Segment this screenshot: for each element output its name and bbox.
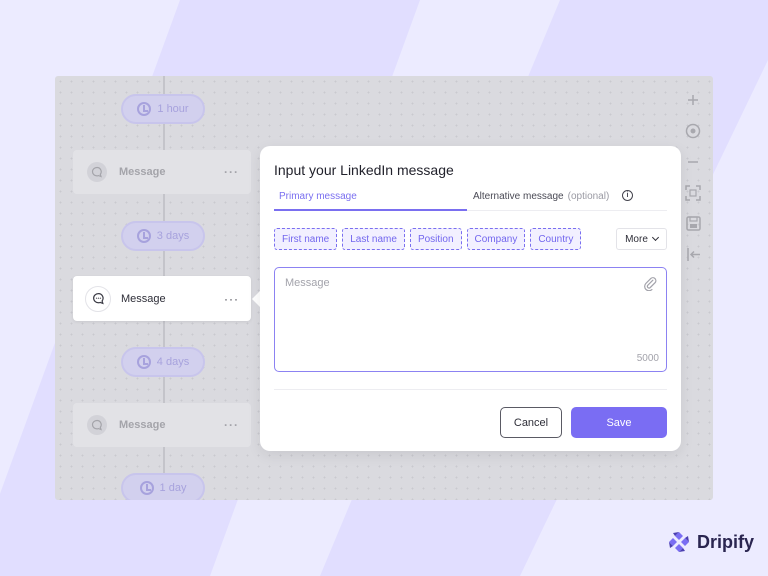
save-icon[interactable] xyxy=(677,208,709,239)
message-node-active[interactable]: Message ··· xyxy=(73,276,251,321)
chat-bubble-icon xyxy=(87,415,107,435)
message-node[interactable]: Message ··· xyxy=(73,150,251,194)
fit-screen-icon[interactable] xyxy=(677,177,709,208)
target-icon[interactable] xyxy=(677,115,709,146)
variable-chips: First name Last name Position Company Co… xyxy=(274,228,582,250)
brand-name: Dripify xyxy=(697,531,755,552)
delay-label: 3 days xyxy=(156,230,190,242)
node-menu-icon[interactable]: ··· xyxy=(224,418,239,432)
delay-pill[interactable]: 1 day xyxy=(121,473,205,500)
more-label: More xyxy=(625,233,648,245)
delay-pill[interactable]: 1 hour xyxy=(121,94,205,124)
chip-position[interactable]: Position xyxy=(409,228,462,250)
chip-company[interactable]: Company xyxy=(466,228,526,250)
cancel-button[interactable]: Cancel xyxy=(500,407,562,438)
info-icon[interactable]: i xyxy=(622,190,633,201)
node-label: Message xyxy=(119,166,166,178)
tab-alternative-message[interactable]: Alternative message (optional) xyxy=(473,186,609,211)
message-tabs: Primary message Alternative message (opt… xyxy=(274,186,667,211)
node-label: Message xyxy=(119,419,166,431)
save-button[interactable]: Save xyxy=(571,407,667,438)
paperclip-icon[interactable] xyxy=(643,276,658,296)
chevron-down-icon xyxy=(651,233,659,242)
clock-icon xyxy=(136,355,151,369)
linkedin-message-modal: Input your LinkedIn message Primary mess… xyxy=(260,146,681,451)
message-placeholder: Message xyxy=(285,277,330,289)
chat-bubble-icon xyxy=(85,285,111,312)
canvas-toolbar xyxy=(677,84,709,274)
modal-divider xyxy=(274,389,667,390)
modal-pointer xyxy=(252,291,260,307)
delay-pill[interactable]: 4 days xyxy=(121,347,205,377)
chip-country[interactable]: Country xyxy=(530,228,582,250)
message-node[interactable]: Message ··· xyxy=(73,403,251,447)
modal-title: Input your LinkedIn message xyxy=(274,162,454,178)
brand-logo: Dripify xyxy=(667,530,754,554)
delay-label: 1 hour xyxy=(157,103,189,115)
node-menu-icon[interactable]: ··· xyxy=(224,292,239,306)
chat-bubble-icon xyxy=(87,162,107,182)
clock-icon xyxy=(139,481,154,495)
chip-last-name[interactable]: Last name xyxy=(342,228,405,250)
character-counter: 5000 xyxy=(636,353,659,364)
minus-icon[interactable] xyxy=(677,146,709,177)
message-textarea[interactable]: Message 5000 xyxy=(274,267,667,372)
dripify-logo-icon xyxy=(669,532,689,552)
clock-icon xyxy=(137,102,152,116)
delay-pill[interactable]: 3 days xyxy=(121,221,205,251)
plus-icon[interactable] xyxy=(677,84,709,115)
delay-label: 1 day xyxy=(159,482,187,494)
node-label: Message xyxy=(121,292,166,305)
tab-primary-message[interactable]: Primary message xyxy=(274,186,467,211)
clock-icon xyxy=(136,229,151,243)
tab-optional-label: (optional) xyxy=(567,191,610,202)
chip-first-name[interactable]: First name xyxy=(274,228,338,250)
exit-icon[interactable] xyxy=(677,239,709,270)
node-menu-icon[interactable]: ··· xyxy=(224,165,239,179)
more-variables-button[interactable]: More xyxy=(616,228,667,250)
delay-label: 4 days xyxy=(156,356,190,368)
tab-alternative-label: Alternative message xyxy=(473,191,564,202)
